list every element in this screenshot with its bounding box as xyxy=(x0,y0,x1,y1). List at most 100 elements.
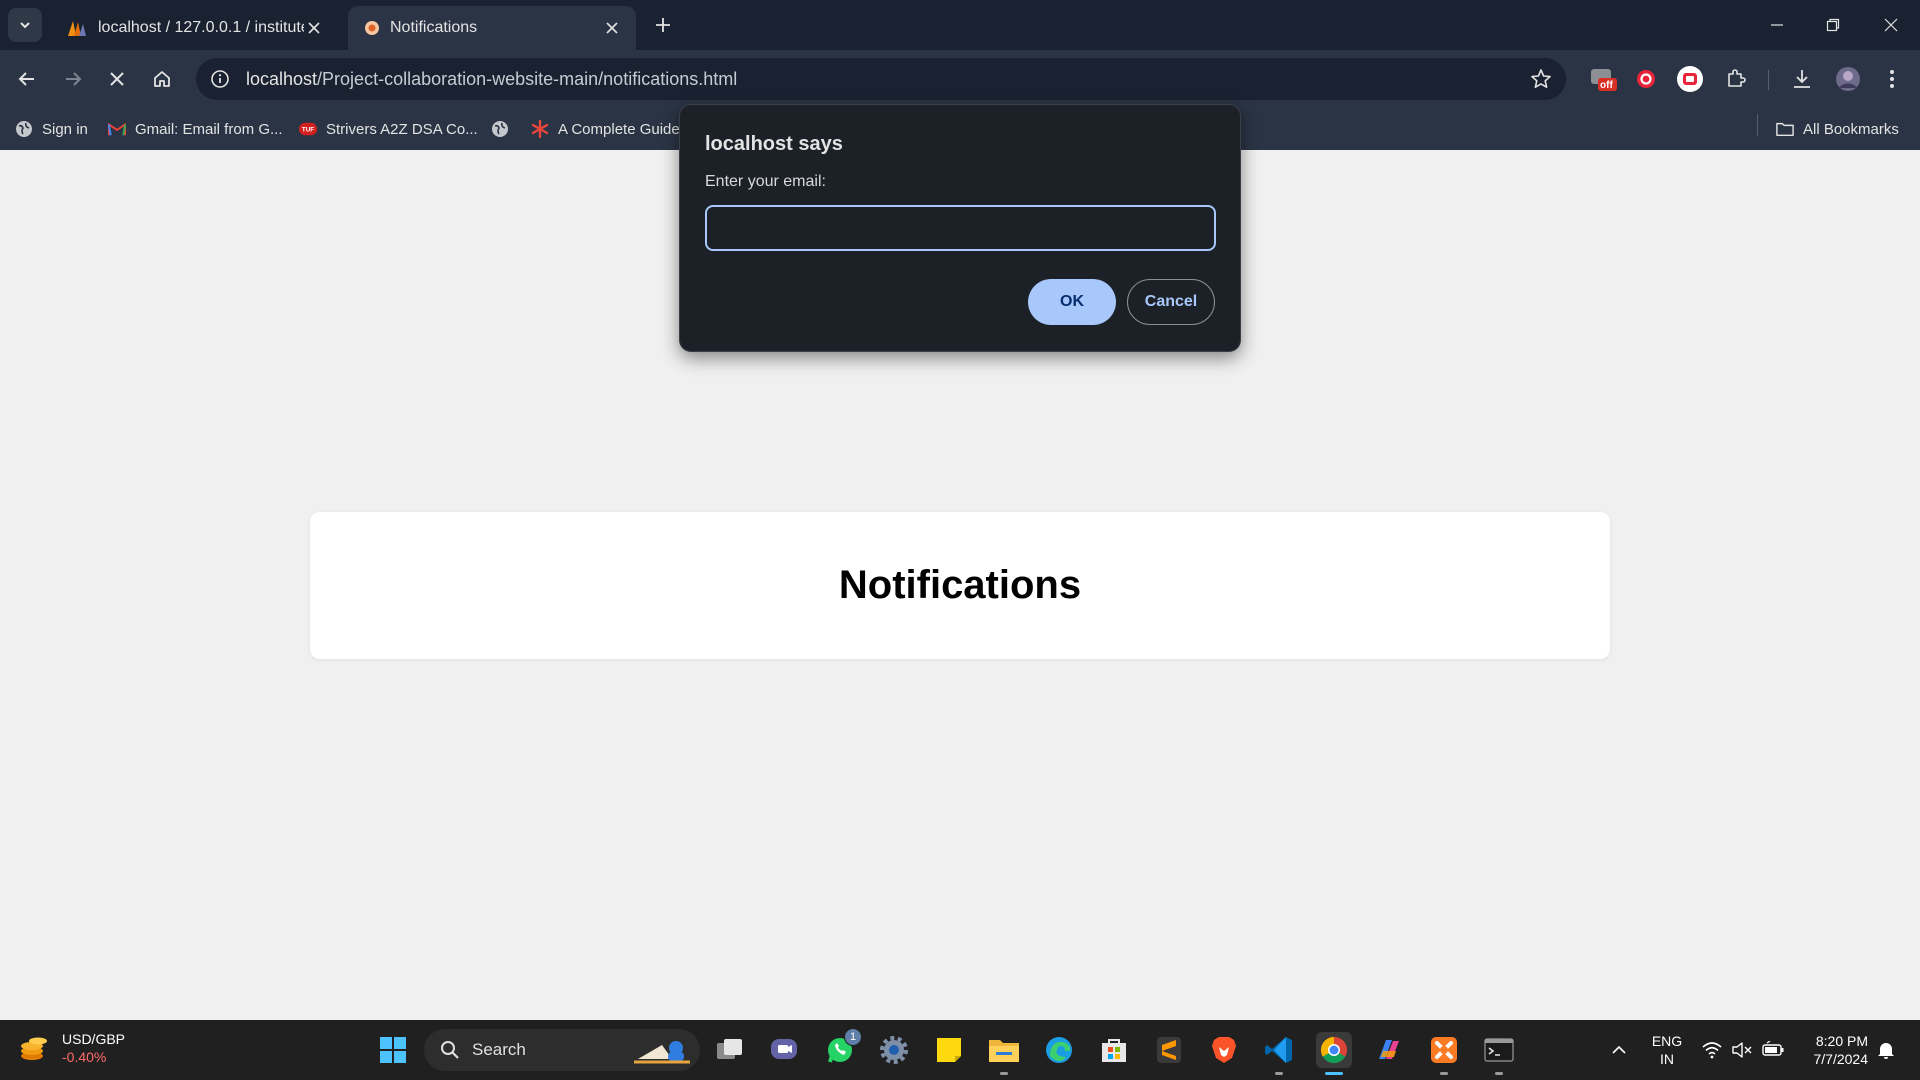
currency-change: -0.40% xyxy=(62,1049,107,1065)
chevron-up-icon xyxy=(1612,1045,1626,1054)
extensions-menu-button[interactable] xyxy=(1721,64,1751,94)
notifications-card: Notifications xyxy=(310,512,1610,659)
sticky-notes-icon xyxy=(937,1038,961,1062)
extension-button[interactable] xyxy=(1675,64,1705,94)
browser-menu-button[interactable] xyxy=(1877,64,1907,94)
back-button[interactable] xyxy=(10,62,44,96)
arrow-left-icon xyxy=(18,72,34,86)
new-tab-button[interactable] xyxy=(650,12,676,38)
chrome-icon xyxy=(1320,1036,1347,1064)
tab-phpmyadmin[interactable]: localhost / 127.0.0.1 / institute_ xyxy=(50,6,338,50)
close-window-button[interactable] xyxy=(1876,10,1906,40)
gmail-icon xyxy=(108,120,126,138)
bookmark-gmail[interactable]: Gmail: Email from G... xyxy=(108,108,283,150)
search-icon xyxy=(441,1041,459,1059)
search-highlight-icon xyxy=(634,1041,690,1064)
email-input[interactable] xyxy=(705,205,1216,251)
tab-notifications[interactable]: Notifications xyxy=(348,6,636,50)
store-icon xyxy=(1102,1039,1126,1062)
extension-button[interactable] xyxy=(1631,64,1661,94)
chrome-button[interactable] xyxy=(1316,1032,1352,1068)
currency-pair: USD/GBP xyxy=(62,1031,126,1047)
restore-button[interactable] xyxy=(1818,10,1848,40)
terminal-button[interactable] xyxy=(1481,1032,1517,1068)
forward-button[interactable] xyxy=(56,62,90,96)
close-icon xyxy=(1884,18,1898,32)
bookmark-complete-guide[interactable]: A Complete Guide xyxy=(531,108,680,150)
close-icon[interactable] xyxy=(602,18,622,38)
settings-button[interactable] xyxy=(876,1032,912,1068)
tab-title: Notifications xyxy=(390,19,478,36)
download-icon xyxy=(1794,70,1810,88)
all-bookmarks-button[interactable]: All Bookmarks xyxy=(1776,108,1899,150)
cancel-button[interactable]: Cancel xyxy=(1127,279,1215,325)
start-button[interactable] xyxy=(375,1032,411,1068)
whatsapp-button[interactable]: 1 xyxy=(822,1028,862,1068)
folder-icon xyxy=(1776,120,1794,138)
star-icon xyxy=(1531,69,1551,88)
close-icon[interactable] xyxy=(304,18,324,38)
home-icon xyxy=(154,71,170,87)
home-button[interactable] xyxy=(145,62,179,96)
bookmarks-divider xyxy=(1757,114,1758,136)
notifications-button[interactable] xyxy=(1874,1032,1898,1068)
xampp-button[interactable] xyxy=(1426,1032,1462,1068)
tab-strip: localhost / 127.0.0.1 / institute_ Notif… xyxy=(0,0,1920,50)
puzzle-icon xyxy=(1728,69,1746,87)
info-icon xyxy=(211,70,229,88)
bookmark-star-button[interactable] xyxy=(1530,68,1552,90)
minimize-icon xyxy=(1771,24,1783,26)
site-info-button[interactable] xyxy=(206,65,234,93)
show-hidden-icons-button[interactable] xyxy=(1607,1032,1631,1068)
globe-icon xyxy=(15,120,33,138)
address-bar[interactable]: localhost/Project-collaboration-website-… xyxy=(196,58,1566,100)
task-view-icon xyxy=(717,1039,742,1059)
store-button[interactable] xyxy=(1096,1032,1132,1068)
teams-chat-button[interactable] xyxy=(766,1032,802,1068)
file-explorer-button[interactable] xyxy=(986,1032,1022,1068)
edge-icon xyxy=(1046,1037,1072,1063)
brave-button[interactable] xyxy=(1206,1032,1242,1068)
extension-button[interactable]: off xyxy=(1588,64,1618,94)
clock[interactable]: 8:20 PM 7/7/2024 xyxy=(1798,1032,1869,1068)
avatar xyxy=(1836,67,1860,91)
url-text[interactable]: localhost/Project-collaboration-website-… xyxy=(246,69,737,90)
chat-icon xyxy=(771,1039,797,1059)
plus-icon xyxy=(656,18,670,32)
bookmark-sign-in[interactable]: Sign in xyxy=(15,108,88,150)
edge-button[interactable] xyxy=(1041,1032,1077,1068)
copilot-icon xyxy=(1379,1040,1399,1059)
running-indicator xyxy=(1325,1072,1343,1075)
tab-search-button[interactable] xyxy=(8,8,42,42)
kebab-menu-icon xyxy=(1890,70,1894,88)
minimize-button[interactable] xyxy=(1762,10,1792,40)
restore-icon xyxy=(1826,18,1840,32)
asterisk-icon xyxy=(531,120,549,138)
taskbar: USD/GBP -0.40% Search 1 ENG IN 8:20 PM 7… xyxy=(0,1020,1920,1080)
chevron-down-icon xyxy=(20,22,30,29)
bookmark-globe[interactable] xyxy=(491,108,518,150)
sticky-notes-button[interactable] xyxy=(931,1032,967,1068)
prompt-dialog: localhost says Enter your email: OK Canc… xyxy=(679,104,1241,352)
adblock-icon xyxy=(1637,70,1655,88)
stop-loading-button[interactable] xyxy=(100,62,134,96)
running-indicator xyxy=(1275,1072,1283,1075)
language-indicator[interactable]: ENG IN xyxy=(1650,1032,1684,1068)
copilot-button[interactable] xyxy=(1371,1032,1407,1068)
taskbar-search[interactable]: Search xyxy=(424,1029,700,1071)
video-extension-icon xyxy=(1677,66,1703,92)
downloads-button[interactable] xyxy=(1787,64,1817,94)
page-title: Notifications xyxy=(838,563,1082,607)
sublime-text-button[interactable] xyxy=(1151,1032,1187,1068)
browser-toolbar: localhost/Project-collaboration-website-… xyxy=(0,50,1920,108)
task-view-button[interactable] xyxy=(712,1032,748,1068)
vscode-button[interactable] xyxy=(1261,1032,1297,1068)
dialog-message: Enter your email: xyxy=(705,173,826,190)
profile-button[interactable] xyxy=(1833,64,1863,94)
currency-widget[interactable]: USD/GBP -0.40% xyxy=(18,1030,125,1066)
ok-button[interactable]: OK xyxy=(1028,279,1116,325)
system-tray-status[interactable] xyxy=(1700,1032,1786,1068)
bookmark-strivers[interactable]: TUF Strivers A2Z DSA Co... xyxy=(299,108,478,150)
tab-title: localhost / 127.0.0.1 / institute_ xyxy=(98,19,304,36)
xampp-icon xyxy=(1431,1037,1457,1063)
